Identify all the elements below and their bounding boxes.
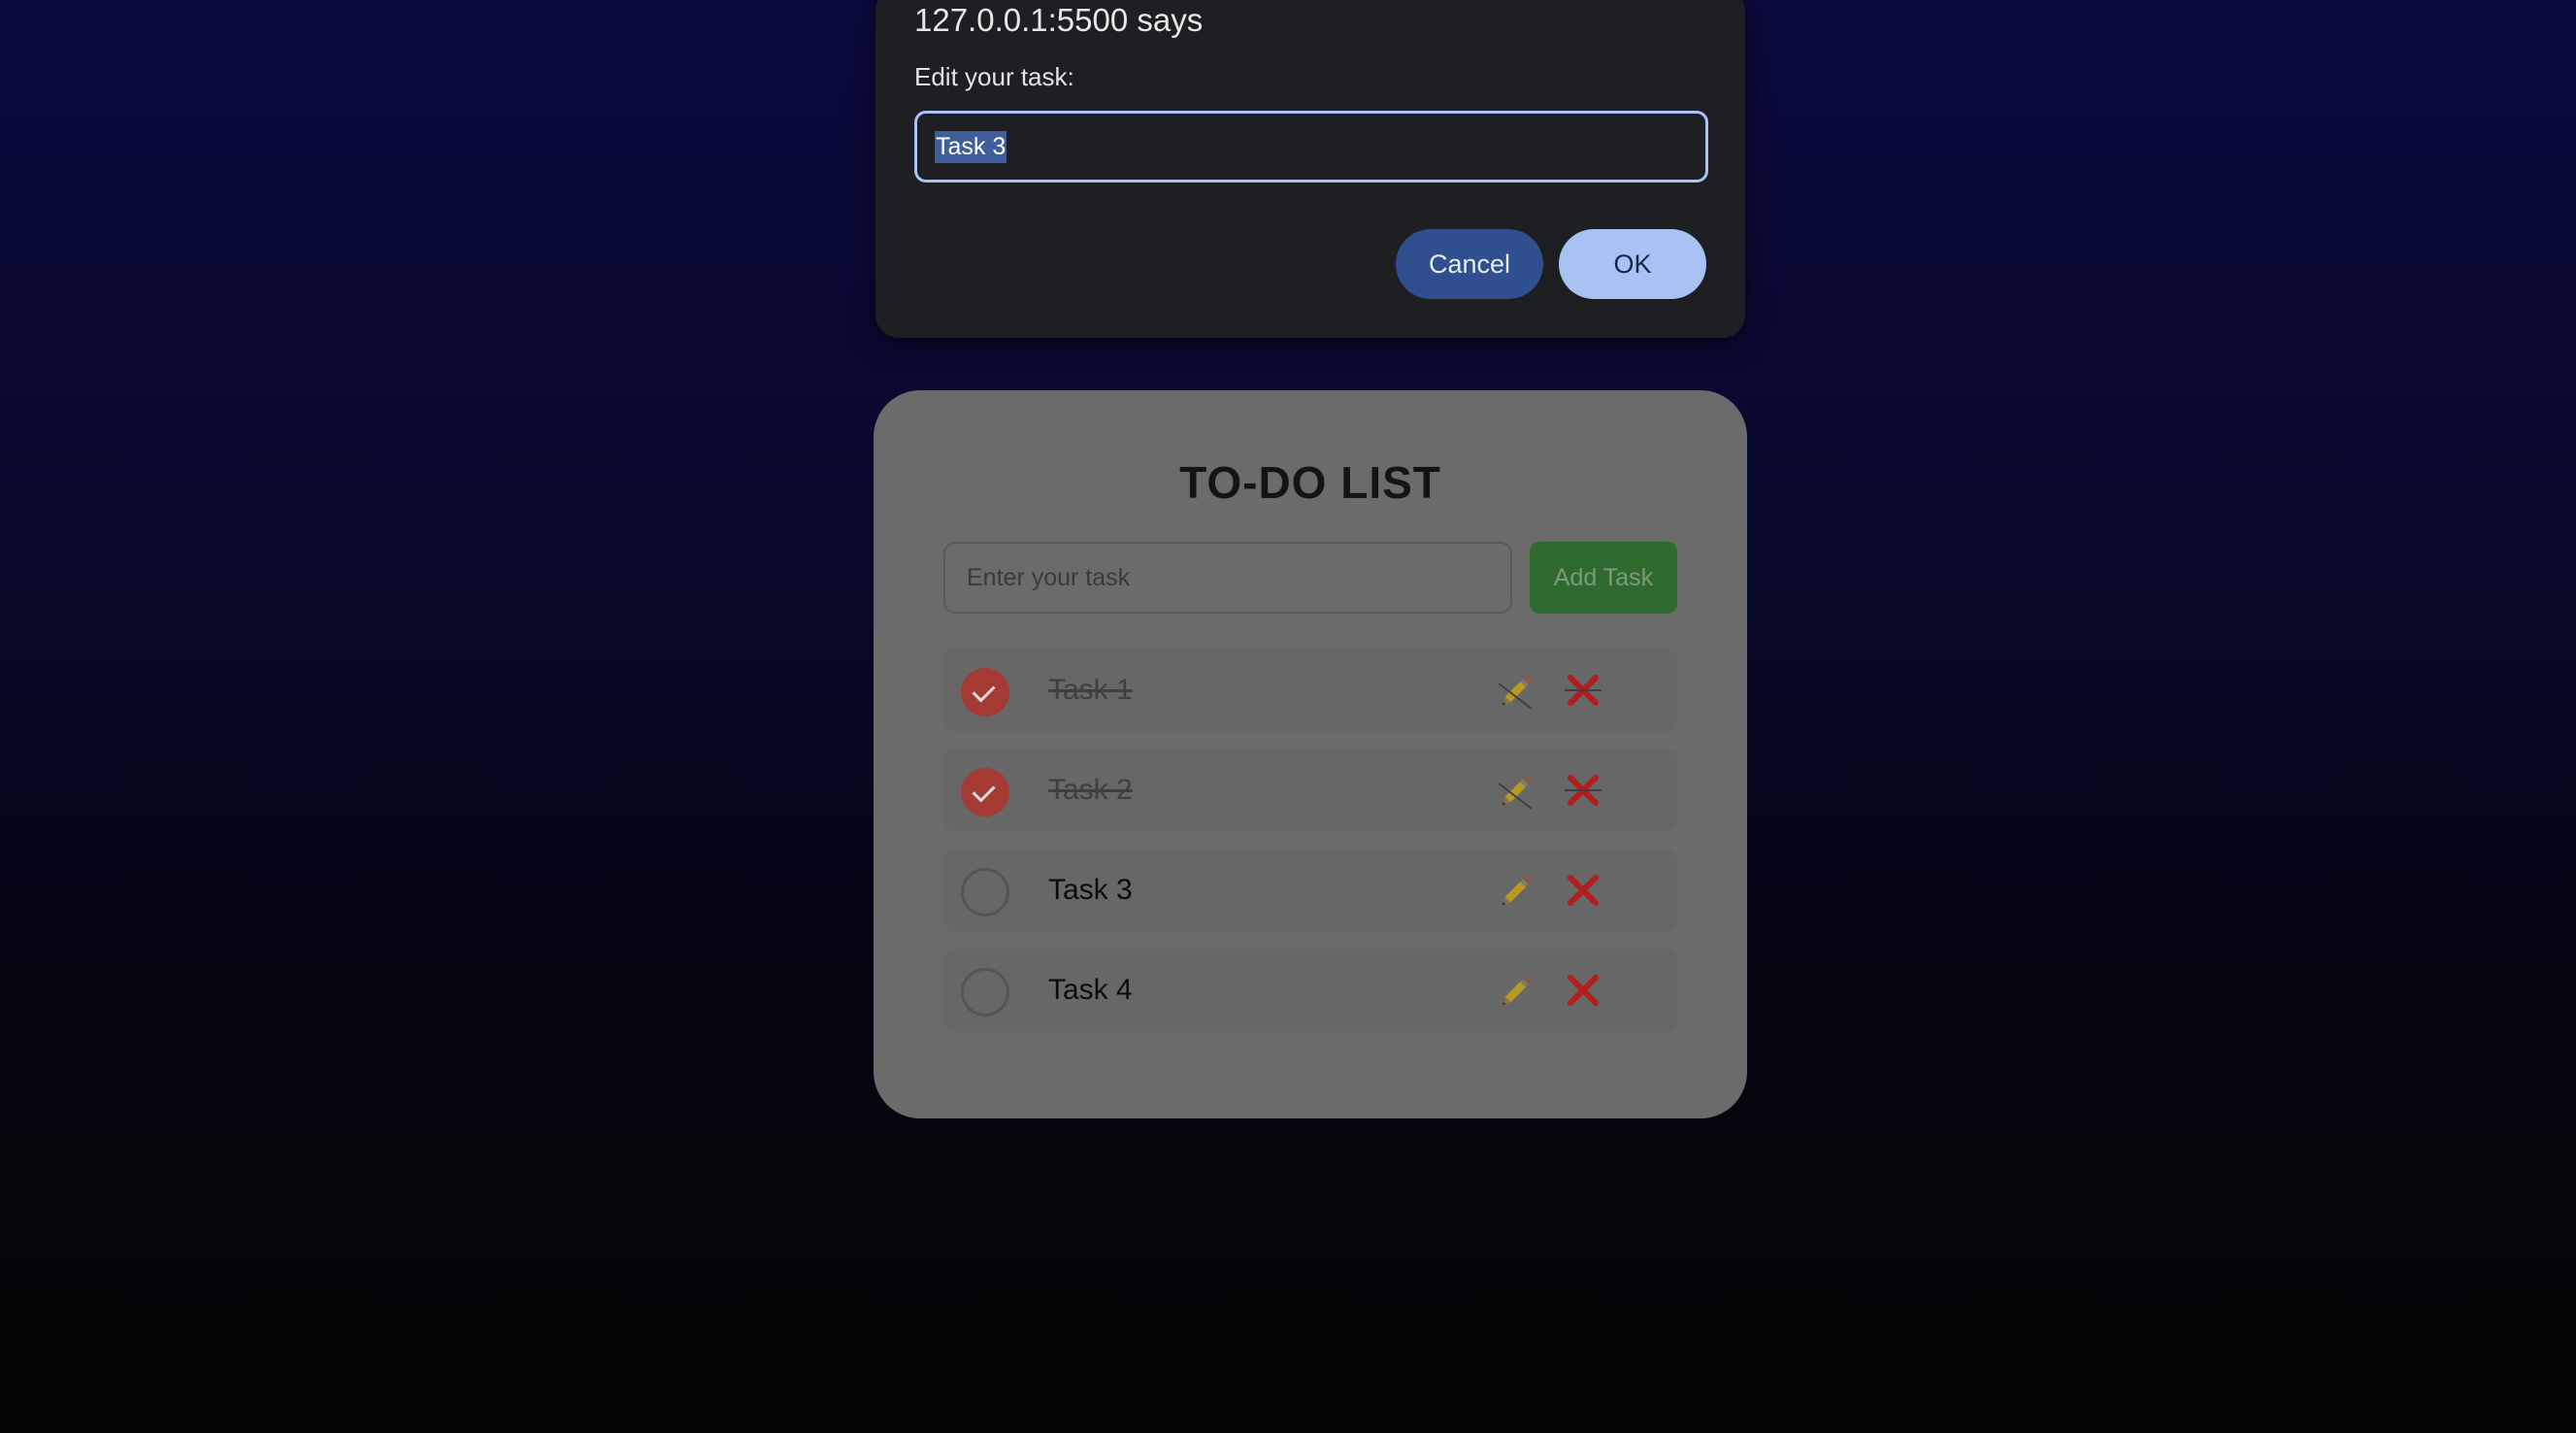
task-list: Task 1 Task 2 Task 3 Task 4 — [943, 649, 1677, 1049]
close-icon[interactable] — [1565, 672, 1602, 709]
close-icon[interactable] — [1565, 772, 1602, 809]
task-complete-toggle[interactable] — [961, 868, 1009, 916]
ok-button[interactable]: OK — [1559, 229, 1706, 299]
prompt-dialog: 127.0.0.1:5500 says Edit your task: Task… — [875, 0, 1745, 338]
task-complete-toggle[interactable] — [961, 768, 1009, 816]
cancel-button[interactable]: Cancel — [1396, 229, 1543, 299]
task-text: Task 4 — [1048, 974, 1133, 1006]
dialog-message: Edit your task: — [914, 62, 1074, 91]
task-complete-toggle[interactable] — [961, 668, 1009, 716]
task-text: Task 2 — [1048, 774, 1133, 806]
pencil-icon[interactable] — [1495, 770, 1537, 813]
task-item[interactable]: Task 3 — [943, 849, 1677, 932]
pencil-icon[interactable] — [1495, 670, 1537, 713]
task-item[interactable]: Task 4 — [943, 949, 1677, 1032]
close-icon[interactable] — [1565, 872, 1602, 909]
pencil-icon[interactable] — [1495, 870, 1537, 913]
dialog-title: 127.0.0.1:5500 says — [914, 2, 1204, 38]
close-icon[interactable] — [1565, 972, 1602, 1009]
todo-title: TO-DO LIST — [1179, 457, 1441, 508]
todo-card: TO-DO LIST Add Task Task 1 — [874, 390, 1747, 1118]
task-text: Task 3 — [1048, 874, 1133, 906]
edit-task-input[interactable]: Task 3 — [914, 111, 1708, 183]
task-item[interactable]: Task 1 — [943, 649, 1677, 732]
task-item[interactable]: Task 2 — [943, 749, 1677, 832]
pencil-icon[interactable] — [1495, 970, 1537, 1013]
add-task-button[interactable]: Add Task — [1530, 542, 1677, 614]
task-text: Task 1 — [1048, 674, 1133, 706]
task-input[interactable] — [943, 542, 1512, 614]
edit-task-input-value: Task 3 — [935, 130, 1007, 163]
task-complete-toggle[interactable] — [961, 968, 1009, 1016]
